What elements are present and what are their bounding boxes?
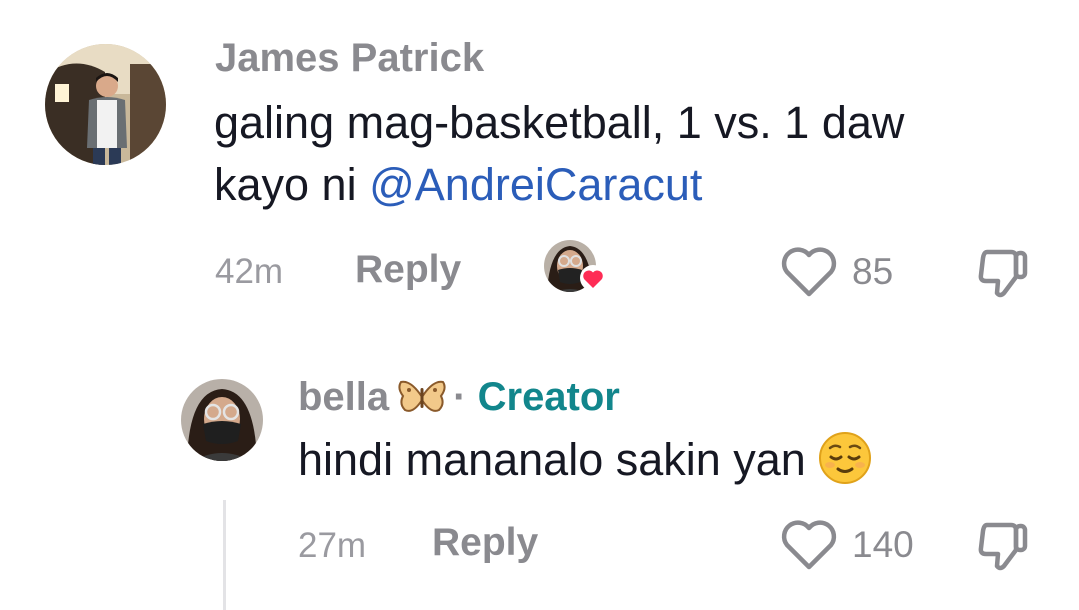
comment-text-line-1: galing mag-basketball, 1 vs. 1 daw <box>214 97 905 148</box>
like-count: 85 <box>852 251 894 292</box>
avatar[interactable] <box>181 379 263 461</box>
separator-dot: · <box>453 375 467 419</box>
heart-outline-icon[interactable] <box>780 519 838 571</box>
reply-button[interactable]: Reply <box>355 248 461 292</box>
avatar-photo <box>45 44 166 165</box>
mention-link[interactable]: @AndreiCaracut <box>369 159 702 210</box>
comment-text: hindi mananalo sakin yan <box>298 429 872 501</box>
like-button[interactable]: 85 <box>780 246 893 298</box>
comment-timestamp: 27m <box>298 526 367 565</box>
creator-avatar-icon <box>544 240 606 292</box>
heart-outline-icon[interactable] <box>780 246 838 298</box>
username-text[interactable]: James Patrick <box>215 36 484 80</box>
thumbs-down-icon[interactable] <box>975 519 1031 575</box>
comment-text: galing mag-basketball, 1 vs. 1 daw kayo … <box>214 92 904 216</box>
comment-timestamp: 42m <box>215 252 284 291</box>
reply-button[interactable]: Reply <box>432 521 538 565</box>
username-text[interactable]: bella <box>298 375 389 419</box>
dislike-button[interactable] <box>975 246 1031 307</box>
comment-username[interactable]: bella · Creator <box>298 375 620 426</box>
comment-text-line-2: kayo ni @AndreiCaracut <box>214 154 904 216</box>
dislike-button[interactable] <box>975 519 1031 580</box>
creator-liked-badge <box>543 240 606 296</box>
avatar-photo <box>181 379 263 461</box>
comment-username[interactable]: James Patrick <box>215 36 484 81</box>
avatar[interactable] <box>45 44 166 165</box>
comment-text-prefix: kayo ni <box>214 159 370 210</box>
heart-badge-icon <box>580 265 606 291</box>
like-button[interactable]: 140 <box>780 519 914 571</box>
thumbs-down-icon[interactable] <box>975 246 1031 302</box>
like-count: 140 <box>852 524 914 565</box>
butterfly-emoji-icon <box>397 378 447 426</box>
creator-tag: Creator <box>477 375 620 419</box>
comments-section: James Patrick galing mag-basketball, 1 v… <box>0 0 1079 610</box>
comment-text-body: hindi mananalo sakin yan <box>298 434 806 485</box>
relieved-face-emoji-icon <box>818 431 872 501</box>
thread-line <box>223 500 226 610</box>
